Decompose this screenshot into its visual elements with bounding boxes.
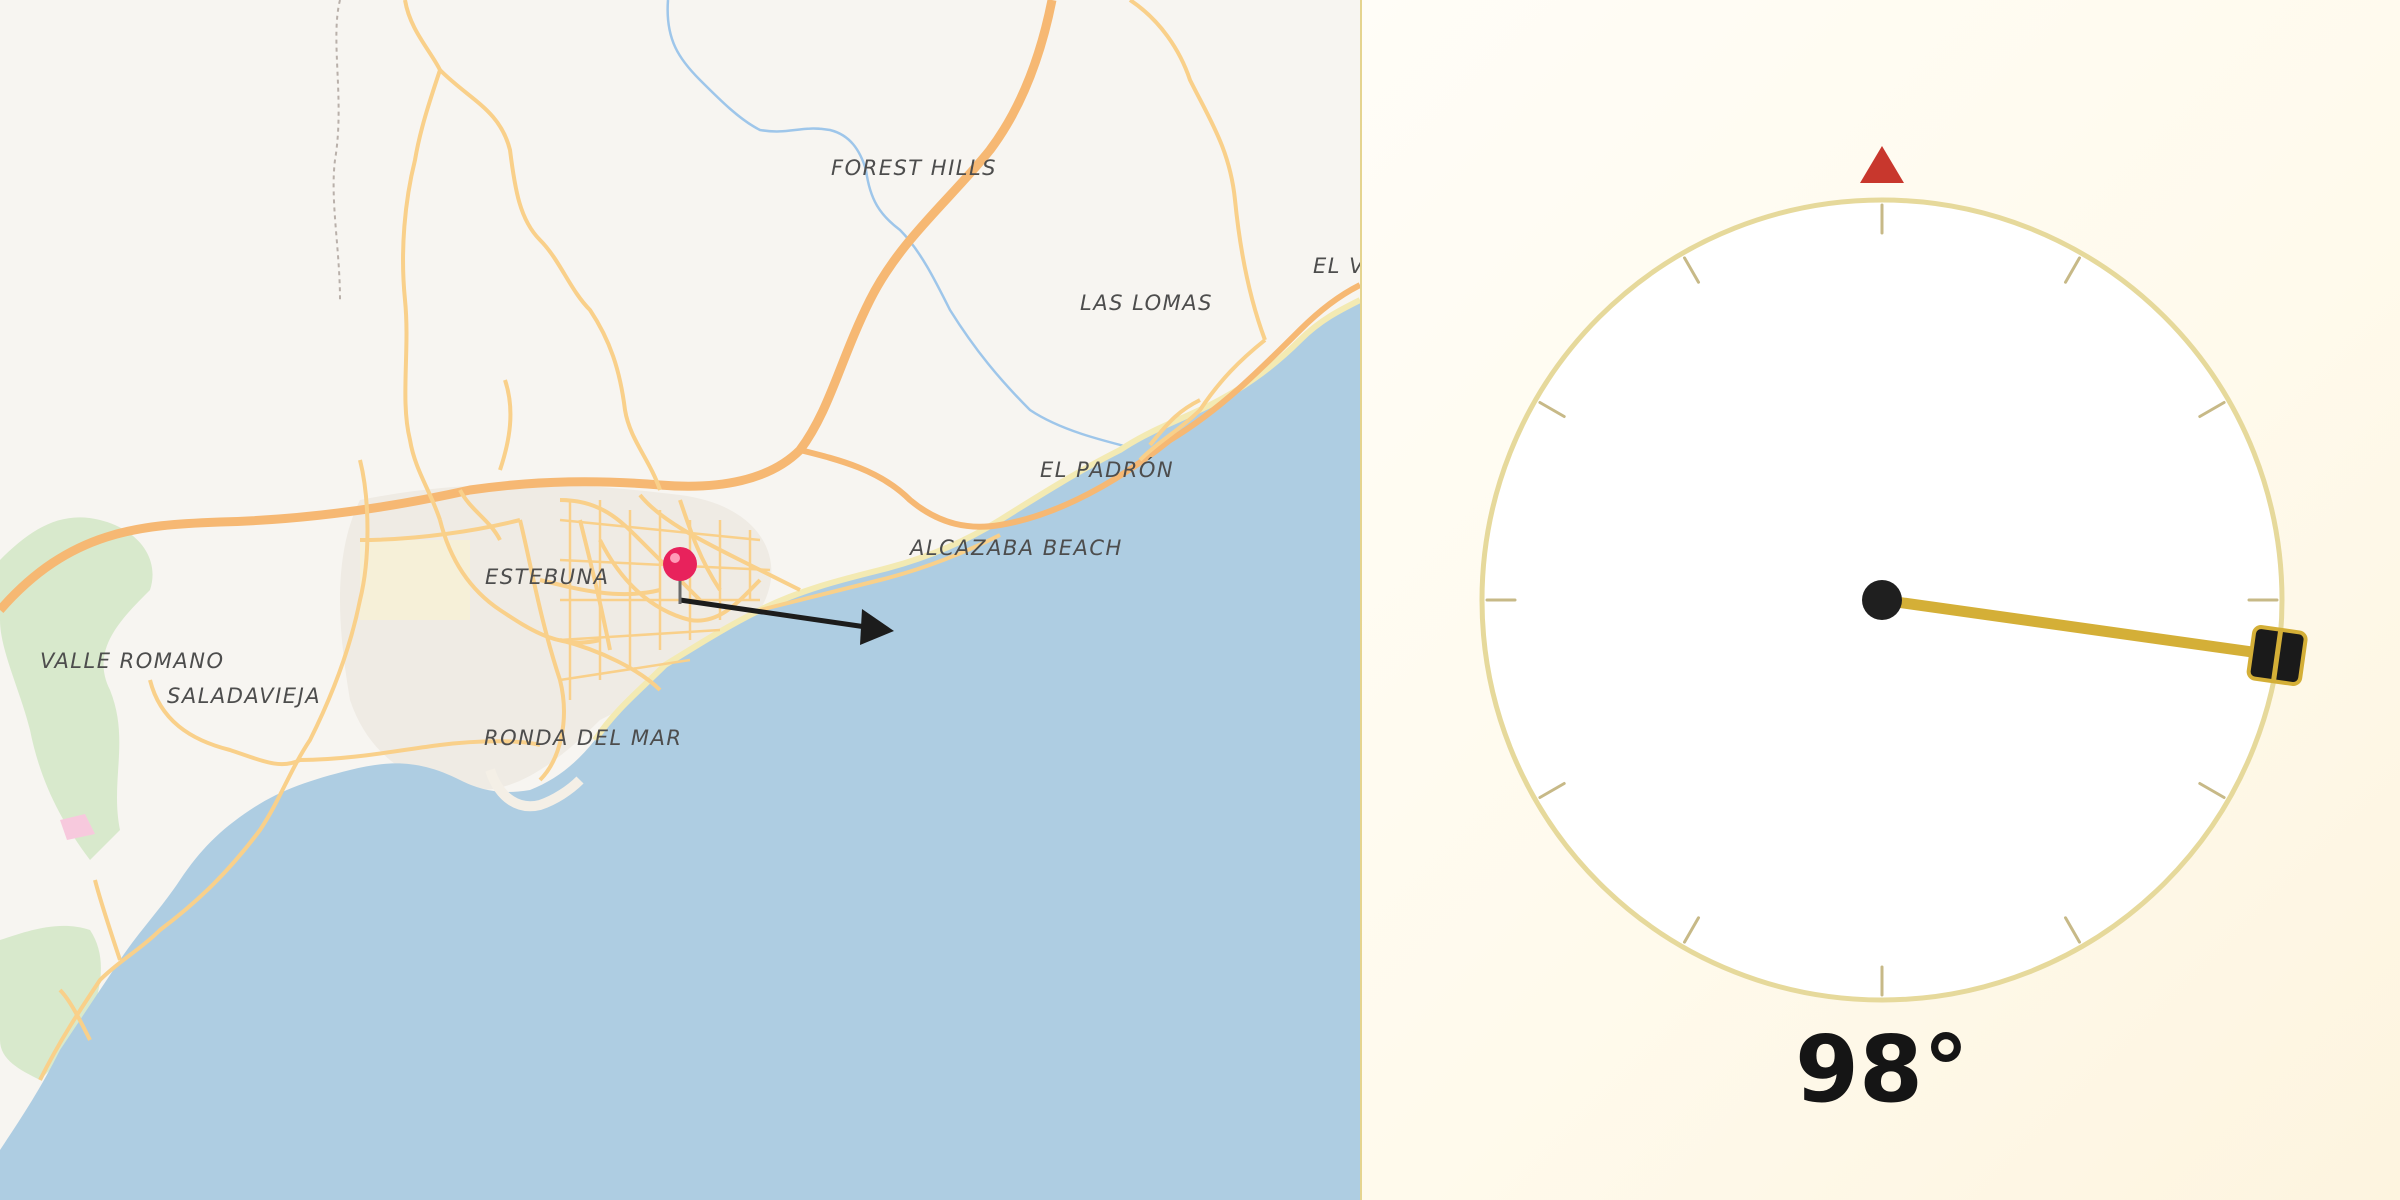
place-label-el-padron: EL PADRÓN [1040,457,1174,482]
app-root: FOREST HILLS LAS LOMAS EL VI EL PADRÓN A… [0,0,2400,1200]
drag-handle-icon[interactable] [2246,625,2308,686]
place-label-el-vi: EL VI [1313,254,1360,278]
map-view[interactable]: FOREST HILLS LAS LOMAS EL VI EL PADRÓN A… [0,0,1360,1200]
map-canvas[interactable]: FOREST HILLS LAS LOMAS EL VI EL PADRÓN A… [0,0,1360,1200]
place-label-las-lomas: LAS LOMAS [1080,291,1213,315]
place-label-alcazaba-beach: ALCAZABA BEACH [908,536,1123,560]
place-label-estebuna: ESTEBUNA [485,565,610,589]
north-marker-icon [1860,146,1904,183]
sand-area [360,540,470,620]
place-label-ronda-del-mar: RONDA DEL MAR [484,726,682,750]
compass-panel: 98° [1362,0,2400,1200]
needle-pivot [1862,580,1902,620]
compass-dial[interactable]: 98° [1362,0,2400,1200]
place-label-forest-hills: FOREST HILLS [831,156,997,180]
place-label-saladavieja: SALADAVIEJA [167,684,321,708]
bearing-readout: 98° [1795,1016,1969,1123]
place-label-valle-romano: VALLE ROMANO [40,649,225,673]
